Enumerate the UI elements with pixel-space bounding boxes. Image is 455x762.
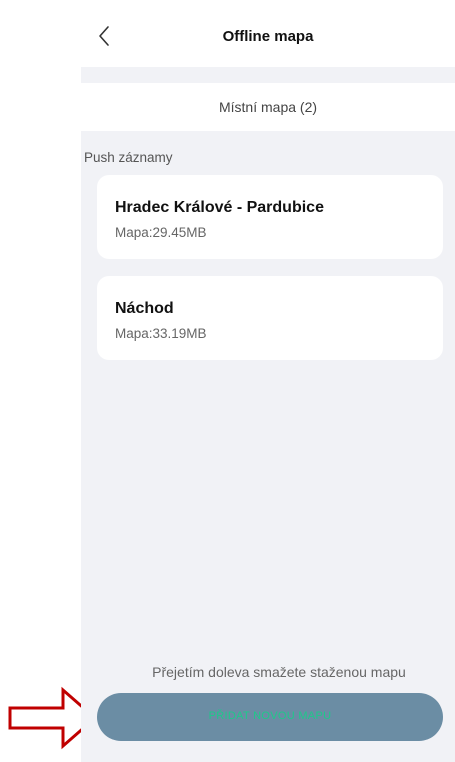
screenshot-page: Offline mapa Místní mapa (2) Push záznam… — [0, 0, 455, 762]
add-new-map-button[interactable]: PŘIDAT NOVOU MAPU — [97, 693, 443, 741]
tab-local-map-label: Místní mapa (2) — [218, 99, 318, 115]
map-card[interactable]: Hradec Králové - Pardubice Mapa:29.45MB — [97, 175, 443, 259]
map-name: Náchod — [115, 300, 174, 317]
tab-local-map[interactable]: Místní mapa (2) — [81, 83, 455, 131]
page-title: Offline mapa — [222, 28, 314, 45]
swipe-hint: Přejetím doleva smažete staženou mapu — [152, 664, 406, 680]
section-heading: Push záznamy — [84, 150, 173, 165]
map-size: Mapa:33.19MB — [115, 326, 207, 341]
add-new-map-label: PŘIDAT NOVOU MAPU — [208, 710, 332, 722]
map-name: Hradec Králové - Pardubice — [115, 199, 324, 216]
map-card[interactable]: Náchod Mapa:33.19MB — [97, 276, 443, 360]
app-screen: Offline mapa Místní mapa (2) Push záznam… — [81, 0, 455, 762]
top-bar: Offline mapa — [81, 0, 455, 67]
map-size: Mapa:29.45MB — [115, 225, 207, 240]
